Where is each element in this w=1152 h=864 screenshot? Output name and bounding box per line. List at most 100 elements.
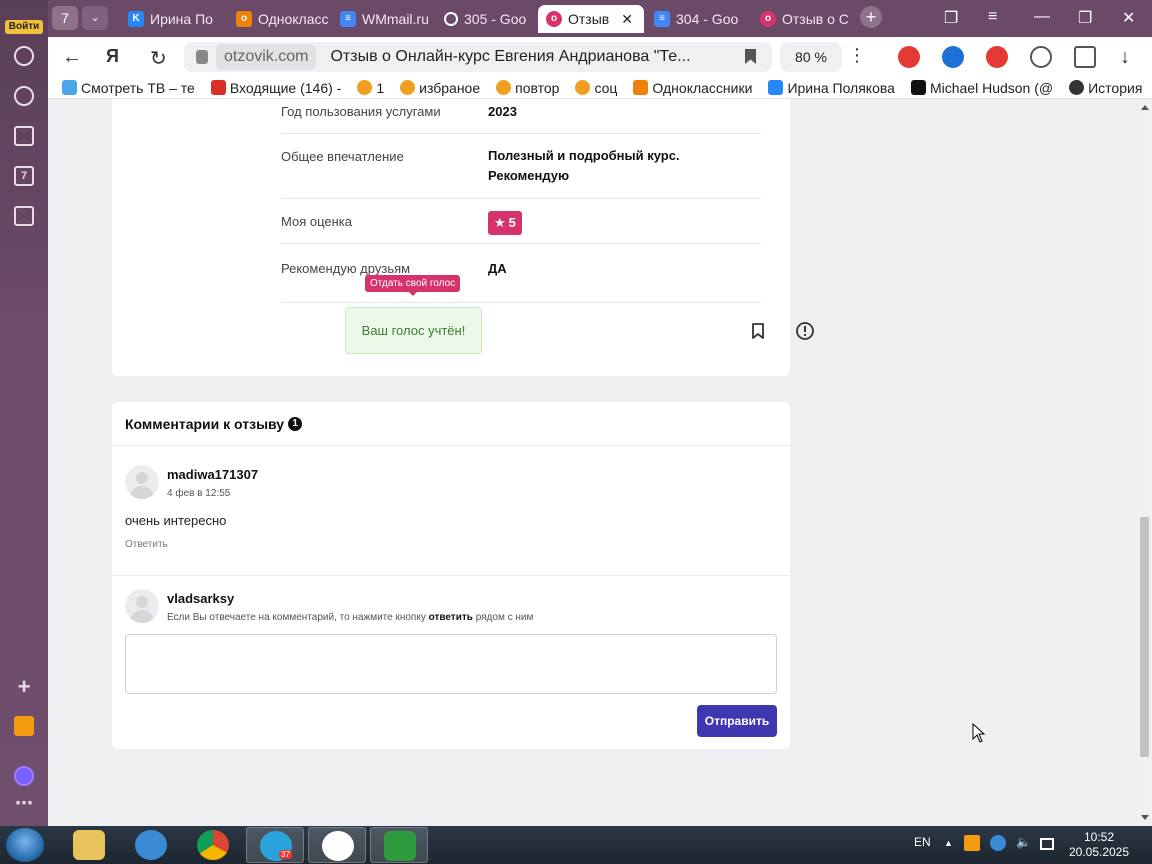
detail-row-impression: Общее впечатление Полезный и подробный к… xyxy=(281,134,761,199)
taskbar-chrome[interactable] xyxy=(184,827,242,863)
add-icon[interactable]: + xyxy=(14,676,34,698)
tray-expand-icon[interactable]: ▲ xyxy=(944,838,953,848)
network-icon[interactable] xyxy=(1040,838,1054,850)
page-scrollbar[interactable] xyxy=(1137,99,1152,826)
more-icon[interactable]: ⋯ xyxy=(14,794,34,816)
bookmark-history[interactable]: История xyxy=(1069,80,1142,96)
vote-status-button[interactable]: Ваш голос учтён! xyxy=(345,307,482,354)
vote-tooltip: Отдать свой голос xyxy=(365,275,461,296)
start-button[interactable] xyxy=(6,828,44,862)
tab-label: Однокласс xyxy=(258,11,328,27)
bookmark-icon[interactable] xyxy=(745,49,756,64)
folder-icon xyxy=(357,80,373,95)
bookmarks-bar: Смотреть ТВ – те Входящие (146) - 1 избр… xyxy=(48,77,1152,99)
login-button[interactable]: Войти xyxy=(4,2,44,34)
bookmark-povtor[interactable]: повтор xyxy=(496,80,559,96)
bookmark-vk[interactable]: Ирина Полякова xyxy=(768,80,895,96)
avatar[interactable] xyxy=(125,465,159,499)
url-domain: otzovik.com xyxy=(216,44,317,70)
report-icon[interactable] xyxy=(795,321,815,341)
bookmark-odnoklassniki[interactable]: Одноклассники xyxy=(633,80,752,96)
gmail-icon xyxy=(210,80,226,95)
tab-counter-icon[interactable]: 7 xyxy=(14,166,34,186)
scroll-up-arrow[interactable] xyxy=(1141,105,1149,110)
tray-browser-icon[interactable] xyxy=(990,835,1006,851)
taskbar-telegram[interactable]: 37 xyxy=(246,827,304,863)
tab-label: 304 - Goo xyxy=(676,11,739,27)
system-clock[interactable]: 10:52 20.05.2025 xyxy=(1066,830,1132,860)
trash-extension-icon[interactable] xyxy=(986,46,1008,68)
tab-counter[interactable]: 7 xyxy=(52,6,78,30)
url-field[interactable]: otzovik.com Отзыв о Онлайн-курс Евгения … xyxy=(184,42,772,72)
submit-comment-button[interactable]: Отправить xyxy=(697,705,777,737)
yandex-icon[interactable]: Я xyxy=(106,46,119,67)
minimize-button[interactable]: — xyxy=(1034,8,1050,26)
reader-icon[interactable] xyxy=(1074,46,1096,68)
bookmark-1[interactable]: 1 xyxy=(357,80,384,96)
bookmark-icon[interactable] xyxy=(748,321,768,341)
tab-otzyv-2[interactable]: o Отзыв о С xyxy=(752,5,856,33)
tab-304[interactable]: ≡ 304 - Goo xyxy=(646,5,750,33)
comments-heading: Комментарии к отзыву 1 xyxy=(125,416,303,432)
otzovik-icon: o xyxy=(760,11,776,27)
tab-label: Отзыв xyxy=(568,11,610,27)
taskbar-explorer[interactable] xyxy=(60,827,118,863)
bookmark-izbranoe[interactable]: избраное xyxy=(400,80,480,96)
zoom-level[interactable]: 80 % xyxy=(780,42,842,72)
history-icon[interactable] xyxy=(14,46,34,66)
detail-label: Моя оценка xyxy=(281,214,352,229)
tab-label: Отзыв о С xyxy=(782,11,849,27)
taskbar-docs[interactable] xyxy=(370,827,428,863)
comment-textarea[interactable] xyxy=(125,634,777,694)
tray-app-icon[interactable] xyxy=(964,835,980,851)
collections-icon[interactable] xyxy=(14,206,34,226)
yandex-browser-icon xyxy=(322,831,354,861)
current-username: vladsarksy xyxy=(167,591,235,606)
vk-icon: K xyxy=(128,11,144,27)
scroll-down-arrow[interactable] xyxy=(1141,815,1149,820)
language-indicator[interactable]: EN xyxy=(914,835,931,849)
tabs-manager-icon[interactable]: ❐ xyxy=(944,8,958,28)
new-tab-button[interactable]: + xyxy=(860,6,882,28)
vpn-shield-icon[interactable] xyxy=(1030,46,1052,68)
menu-icon[interactable]: ≡ xyxy=(988,8,997,26)
back-icon[interactable]: ← xyxy=(62,46,82,69)
translate-icon[interactable] xyxy=(942,46,964,68)
close-icon[interactable]: ✕ xyxy=(621,11,633,28)
detail-row-years: Год пользования услугами 2023 xyxy=(281,99,761,134)
comment-username[interactable]: madiwa171307 xyxy=(167,467,258,482)
play-icon[interactable] xyxy=(14,86,34,106)
restore-button[interactable]: ❐ xyxy=(1078,8,1092,28)
taskbar-yandex[interactable] xyxy=(308,827,366,863)
telegram-badge: 37 xyxy=(279,850,292,859)
tab-label: WMmail.ru xyxy=(362,11,429,27)
bookmark-inbox[interactable]: Входящие (146) - xyxy=(210,80,341,96)
alice-assistant-icon[interactable] xyxy=(14,766,34,786)
chevron-down-icon[interactable]: ⌄ xyxy=(82,6,108,30)
bookmark-soc[interactable]: соц xyxy=(575,80,617,96)
tab-otzyv-active[interactable]: o Отзыв ✕ xyxy=(538,5,644,33)
tab-305[interactable]: 305 - Goo xyxy=(436,5,536,33)
download-icon[interactable]: ↓ xyxy=(1120,46,1130,69)
bookmark-tv[interactable]: Смотреть ТВ – те xyxy=(62,80,195,96)
bookmark-x[interactable]: Michael Hudson (@ xyxy=(910,80,1053,96)
volume-icon[interactable]: 🔈 xyxy=(1016,835,1031,849)
taskbar-ie[interactable] xyxy=(122,827,180,863)
tab-vk[interactable]: K Ирина По xyxy=(120,5,224,33)
scroll-thumb[interactable] xyxy=(1140,517,1149,757)
odnoklassniki-icon: o xyxy=(236,11,252,27)
more-vertical-icon[interactable]: ⋮ xyxy=(848,45,866,66)
odnoklassniki-icon xyxy=(633,80,649,95)
reply-link[interactable]: Ответить xyxy=(125,539,168,550)
login-label: Войти xyxy=(5,20,43,34)
detail-row-rating: Моя оценка ★ 5 xyxy=(281,199,761,244)
compose-hint: Если Вы отвечаете на комментарий, то наж… xyxy=(167,612,534,623)
tab-odnoklassniki[interactable]: o Однокласс xyxy=(228,5,328,33)
chrome-icon xyxy=(197,830,229,860)
mail-icon[interactable] xyxy=(14,716,34,736)
close-window-button[interactable]: ✕ xyxy=(1122,8,1135,28)
adblock-icon[interactable] xyxy=(898,46,920,68)
tab-wmmail[interactable]: ≡ WMmail.ru xyxy=(332,5,432,33)
reload-icon[interactable]: ↻ xyxy=(150,46,167,71)
camera-icon[interactable] xyxy=(14,126,34,146)
